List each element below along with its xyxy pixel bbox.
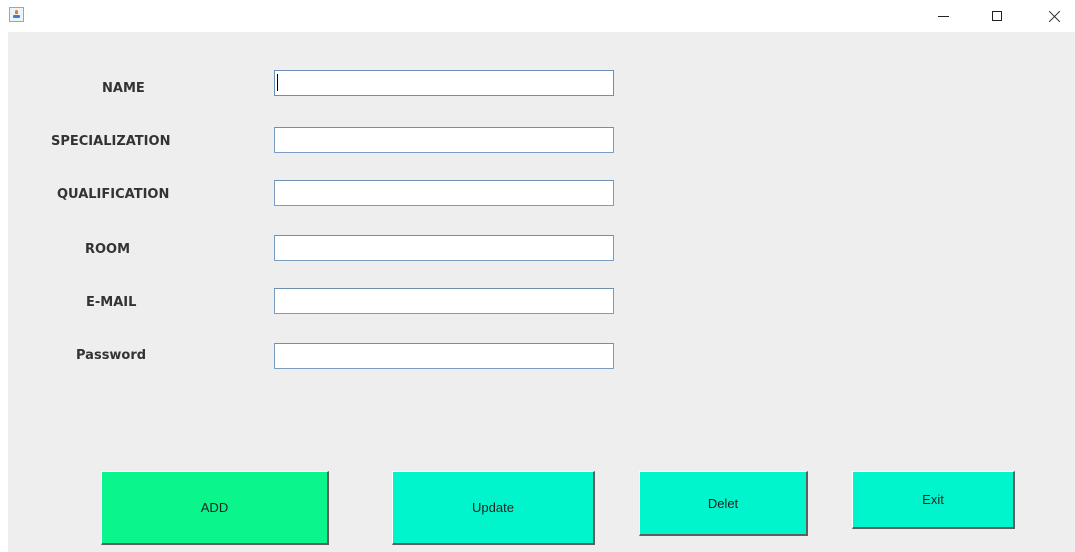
minimize-icon [937, 15, 949, 17]
specialization-label: SPECIALIZATION [51, 134, 171, 149]
exit-button-label: Exit [922, 492, 944, 507]
title-bar[interactable] [0, 0, 1075, 32]
room-label: ROOM [85, 242, 131, 257]
qualification-label: QUALIFICATION [57, 187, 170, 202]
update-button[interactable]: Update [392, 471, 595, 545]
text-caret [277, 74, 278, 91]
qualification-field[interactable] [274, 180, 614, 206]
name-label: NAME [102, 81, 145, 96]
add-button-label: ADD [200, 500, 229, 515]
specialization-field[interactable] [274, 127, 614, 153]
room-field[interactable] [274, 235, 614, 261]
add-button[interactable]: ADD [101, 471, 329, 545]
exit-button[interactable]: Exit [852, 471, 1015, 529]
email-field[interactable] [274, 288, 614, 314]
app-window: NAME SPECIALIZATION QUALIFICATION ROOM E… [0, 0, 1075, 552]
close-icon [1048, 10, 1061, 23]
minimize-button[interactable] [920, 0, 966, 32]
name-field[interactable] [274, 70, 614, 96]
password-field[interactable] [274, 343, 614, 369]
update-button-label: Update [472, 500, 514, 515]
maximize-button[interactable] [974, 0, 1020, 32]
password-label: Password [76, 348, 147, 363]
maximize-icon [992, 11, 1002, 21]
delete-button-label: Delet [707, 495, 739, 511]
email-label: E-MAIL [86, 295, 137, 310]
java-app-icon [9, 7, 24, 22]
close-button[interactable] [1031, 0, 1075, 32]
delete-button[interactable]: Delet [639, 471, 808, 536]
